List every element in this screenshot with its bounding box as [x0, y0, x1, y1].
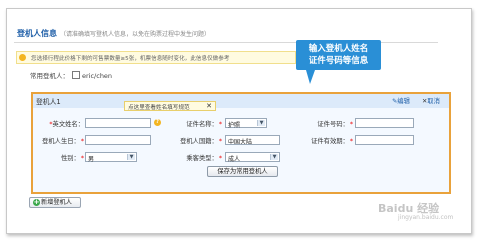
en-name-label: *英文姓名： [49, 121, 84, 128]
annotation-callout: 输入登机人姓名 证件号码等信息 [296, 40, 381, 70]
price-notice: 您选择行程此价格下剩的可售票数量≥5张，机票信息随时变化，此信息仅做参考 [16, 51, 296, 64]
expiry-input[interactable] [355, 135, 414, 145]
gender-label: 性别：* [60, 155, 84, 162]
birthday-input[interactable] [85, 135, 151, 145]
common-passenger-label: 常用登机人： [30, 72, 69, 80]
id-number-input[interactable] [355, 118, 414, 128]
common-passenger-row: 常用登机人： eric/chen [30, 70, 112, 80]
close-icon[interactable]: ✕ [206, 102, 212, 110]
common-passenger-checkbox[interactable] [72, 71, 80, 79]
help-icon[interactable]: ? [154, 119, 161, 126]
nationality-input[interactable]: 中国大陆 [225, 135, 280, 145]
birthday-label: 登机人生日：* [42, 138, 84, 145]
id-number-label: 证件号码：* [317, 121, 353, 128]
chevron-down-icon: ▼ [127, 154, 135, 160]
plus-icon: + [33, 198, 40, 206]
section-hint: （请准确填写登机人信息，以免在购票过程中发生问题） [60, 31, 211, 38]
chevron-down-icon: ▼ [270, 154, 278, 160]
notice-text: 您选择行程此价格下剩的可售票数量≥5张，机票信息随时变化，此信息仅做参考 [31, 56, 230, 62]
en-name-input[interactable] [85, 118, 151, 128]
nationality-label: 登机人国籍：* [180, 138, 222, 145]
name-rule-tip[interactable]: 点这里查看姓名填写规范 ✕ [124, 101, 216, 111]
callout-line-1: 输入登机人姓名 [308, 44, 369, 54]
watermark-url: jingyan.baidu.com [398, 214, 454, 221]
passenger-type-select[interactable]: 成人 ▼ [225, 152, 280, 163]
common-passenger-option[interactable]: eric/chen [82, 72, 112, 80]
callout-pointer [306, 70, 315, 84]
edit-button[interactable]: ✎编辑 [392, 96, 410, 105]
passenger-panel-title: 登机人1 [36, 98, 61, 106]
passenger-type-label: 乘客类型：* [186, 155, 222, 162]
expiry-label: 证件有效期：* [311, 138, 353, 145]
info-icon [19, 54, 26, 61]
gender-select[interactable]: 男 ▼ [85, 152, 137, 163]
edit-label[interactable]: 编辑 [397, 98, 410, 105]
section-title: 登机人信息 （请准确填写登机人信息，以免在购票过程中发生问题） [17, 28, 210, 39]
id-type-label: 证件名称：* [186, 121, 222, 128]
add-passenger-label[interactable]: 新增登机人 [41, 199, 72, 206]
name-rule-tip-text[interactable]: 点这里查看姓名填写规范 [128, 105, 190, 111]
passenger-panel-header [33, 94, 449, 108]
chevron-down-icon: ▼ [257, 120, 265, 126]
add-passenger-button[interactable]: + 新增登机人 [29, 197, 81, 208]
section-title-text: 登机人信息 [17, 29, 57, 38]
cancel-label[interactable]: 取消 [427, 98, 440, 105]
callout-line-2: 证件号码等信息 [308, 56, 369, 66]
id-type-select[interactable]: 护照 ▼ [225, 118, 267, 129]
save-common-passenger-button[interactable]: 保存为常用登机人 [207, 166, 278, 177]
cancel-button[interactable]: ✕取消 [422, 96, 440, 105]
